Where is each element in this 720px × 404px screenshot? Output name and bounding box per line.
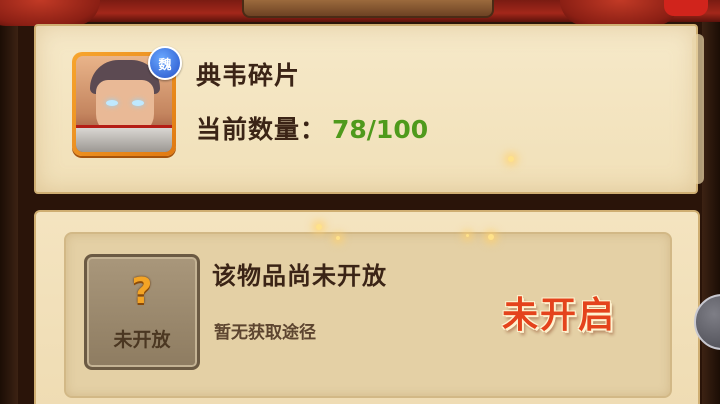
source-card[interactable]: ? 未开放 该物品尚未开放 暂无获取途径 未开启 [64, 232, 672, 398]
sparkle [466, 234, 469, 237]
source-subtitle: 暂无获取途径 [214, 323, 316, 343]
item-name: 典韦碎片 [196, 61, 301, 90]
sparkle [488, 234, 494, 240]
item-info-panel: 魏 典韦碎片 当前数量： 78/100 [34, 24, 704, 194]
sparkle [508, 156, 514, 162]
top-plaque [242, 0, 494, 18]
locked-slot-label: 未开放 [113, 329, 171, 351]
count-value: 78/100 [332, 115, 429, 144]
sparkle [316, 224, 322, 230]
question-mark-icon: ? [131, 271, 153, 312]
frame-left [0, 0, 18, 404]
sparkle [336, 236, 340, 240]
screen: 魏 典韦碎片 当前数量： 78/100 ? 未开放 该物品尚未开放 暂无获取途径 … [0, 0, 720, 404]
close-button[interactable] [664, 0, 708, 16]
source-panel: ? 未开放 该物品尚未开放 暂无获取途径 未开启 [34, 210, 700, 404]
status-label: 未开启 [502, 295, 617, 336]
curtain-scallop [560, 0, 680, 26]
count-label: 当前数量： [196, 115, 327, 144]
count-row: 当前数量： 78/100 [196, 110, 428, 146]
curtain-scallop [0, 0, 100, 26]
locked-slot: ? 未开放 [84, 254, 200, 370]
faction-badge: 魏 [148, 46, 182, 80]
source-title: 该物品尚未开放 [212, 262, 387, 290]
